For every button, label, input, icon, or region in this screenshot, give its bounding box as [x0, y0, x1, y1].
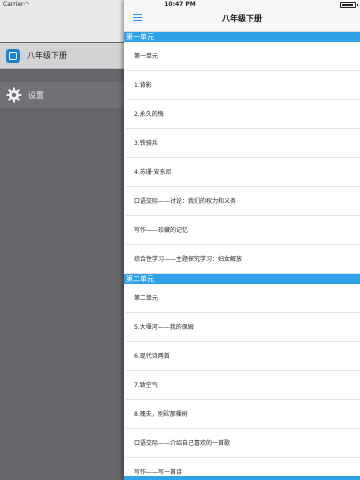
chapter-list: 第一单元 第一单元 1.背影 2.永久的悔 3.铁骑兵 4.苏珊·安东尼 口语交际——讨论：…	[124, 32, 360, 480]
drawer-item-book[interactable]: 八年级下册	[0, 43, 124, 69]
book-app-icon	[6, 48, 20, 63]
status-bar: Carrier ◠ 10:47 PM	[0, 0, 360, 10]
battery-icon	[340, 2, 358, 8]
status-time: 10:47 PM	[164, 1, 196, 8]
list-item[interactable]: 综合性学习——主题探究学习：妇女解放	[126, 245, 360, 274]
gear-icon	[6, 87, 22, 103]
list-item[interactable]: 6.现代诗两首	[126, 342, 360, 371]
list-item[interactable]: 5.大堰河——我的保姆	[126, 313, 360, 342]
section-header: 第一单元	[124, 32, 360, 42]
list-item[interactable]: 2.永久的悔	[126, 100, 360, 129]
list-item[interactable]: 口语交际——讨论：我们的权力和义务	[126, 187, 360, 216]
list-item[interactable]: 3.铁骑兵	[126, 129, 360, 158]
drawer-item-settings-label: 设置	[28, 90, 44, 100]
list-item[interactable]: 口语交际——介绍自己喜欢的一首歌	[126, 429, 360, 458]
list-item[interactable]: 写作——珍藏的记忆	[126, 216, 360, 245]
main-panel: 八年级下册 第一单元 第一单元 1.背影 2.永久的悔 3.铁骑兵 4.苏珊·安东尼 口语交…	[124, 0, 360, 480]
bottom-section-edge	[124, 476, 360, 480]
list-item[interactable]: 1.背影	[126, 71, 360, 100]
page-title: 八年级下册	[222, 14, 262, 23]
drawer-item-settings[interactable]: 设置	[0, 82, 124, 108]
section-header: 第二单元	[124, 274, 360, 284]
list-item[interactable]: 4.苏珊·安东尼	[126, 158, 360, 187]
drawer-item-book-label: 八年级下册	[27, 51, 67, 60]
list-item[interactable]: 第一单元	[126, 42, 360, 71]
side-drawer: 八年级下册 设置	[0, 0, 124, 480]
list-item[interactable]: 8.槐夫，别砍那棵树	[126, 400, 360, 429]
list-item[interactable]: 7.致空气	[126, 371, 360, 400]
list-item[interactable]: 第二单元	[126, 284, 360, 313]
